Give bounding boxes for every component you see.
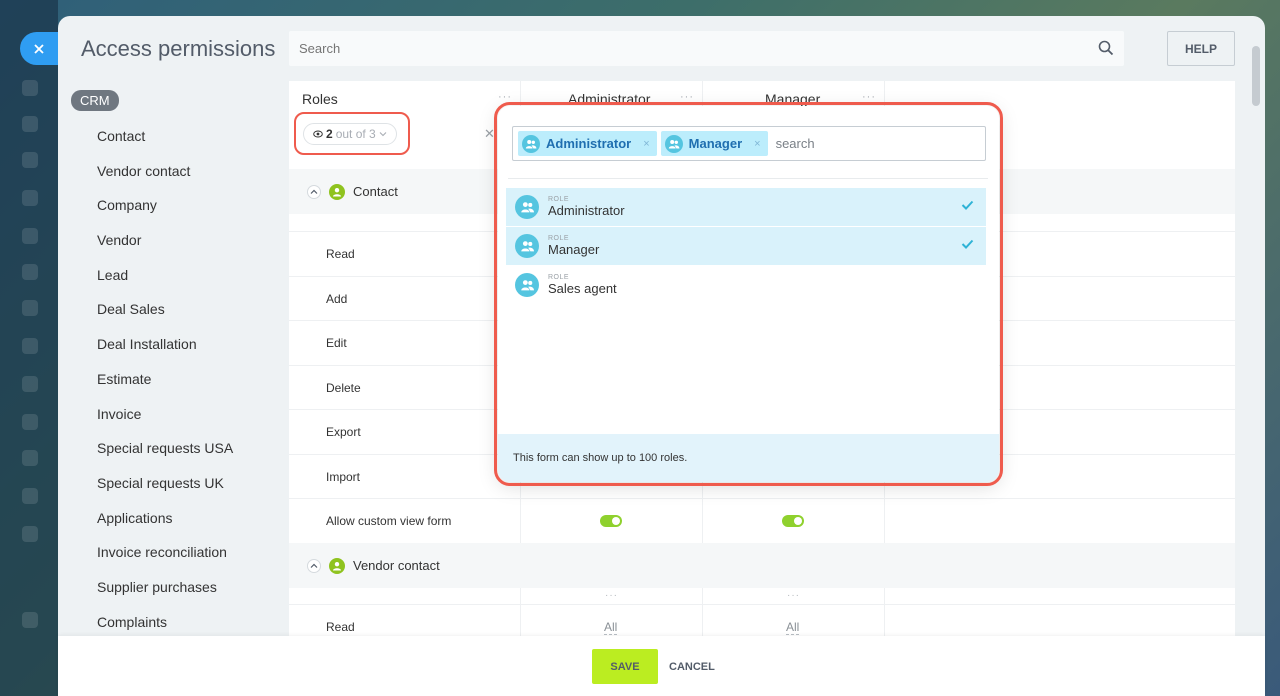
check-icon	[961, 239, 974, 249]
sidebar-item[interactable]: Contact	[97, 128, 233, 163]
role-tag-label: Administrator	[546, 136, 632, 151]
rail-icon	[22, 526, 38, 542]
role-option[interactable]: ROLE Manager	[506, 227, 986, 265]
roles-header: Roles	[302, 91, 338, 107]
section-label: Vendor contact	[353, 558, 440, 573]
section-label: Contact	[353, 184, 398, 199]
rail-icon	[22, 116, 38, 132]
search-input[interactable]	[299, 41, 1079, 56]
column-header-administrator: Administrator	[568, 91, 651, 107]
role-name: Sales agent	[548, 281, 617, 296]
check-icon	[961, 200, 974, 210]
permission-row: Allow custom view form	[289, 498, 1235, 543]
column-header-manager: Manager	[765, 91, 821, 107]
close-icon	[34, 43, 44, 54]
sidebar-item[interactable]: Vendor	[97, 232, 233, 267]
sidebar-item[interactable]: Deal Sales	[97, 301, 233, 336]
left-rail	[0, 0, 58, 696]
sidebar-item[interactable]: Estimate	[97, 371, 233, 406]
rail-icon	[22, 152, 38, 168]
save-button[interactable]: SAVE	[592, 649, 658, 684]
sidebar-item[interactable]: Invoice	[97, 406, 233, 441]
popup-footer-note: This form can show up to 100 roles.	[498, 434, 999, 482]
rail-icon	[22, 450, 38, 466]
crm-badge[interactable]: CRM	[71, 90, 119, 111]
permission-label: Allow custom view form	[326, 514, 452, 528]
remove-tag-icon[interactable]: ×	[643, 138, 649, 150]
user-icon	[329, 557, 345, 574]
column-menu-icon[interactable]: ···	[680, 91, 694, 103]
admin-read-value[interactable]: All	[604, 620, 618, 635]
group-icon	[522, 134, 540, 153]
footer-bar: SAVE CANCEL	[58, 636, 1265, 696]
role-option[interactable]: ROLE Administrator	[506, 188, 986, 226]
scrollbar[interactable]	[1252, 46, 1260, 106]
section-header-vendor-contact[interactable]: Vendor contact	[289, 543, 1235, 588]
divider	[508, 178, 988, 179]
manager-custom-form-toggle[interactable]	[782, 515, 804, 527]
rail-icon	[22, 488, 38, 504]
sidebar-item[interactable]: Invoice reconciliation	[97, 544, 233, 579]
sidebar-item[interactable]: Special requests UK	[97, 475, 233, 510]
user-icon	[329, 183, 345, 200]
search-icon[interactable]	[1098, 40, 1114, 56]
sidebar-item[interactable]: Deal Installation	[97, 336, 233, 371]
close-slider-button[interactable]	[20, 32, 58, 65]
role-tag[interactable]: Manager ×	[660, 131, 768, 156]
page-title: Access permissions	[81, 36, 276, 61]
group-icon	[515, 273, 539, 297]
cell-menu-icon[interactable]: ···	[787, 590, 800, 601]
permission-label: Read	[326, 247, 355, 261]
column-menu-icon[interactable]: ···	[862, 91, 876, 103]
role-search-input[interactable]	[775, 136, 896, 151]
role-name: Manager	[548, 242, 600, 257]
clear-filter-icon[interactable]: ✕	[484, 126, 495, 142]
roles-menu-icon[interactable]: ···	[498, 91, 512, 103]
permission-label: Delete	[326, 380, 361, 395]
remove-tag-icon[interactable]: ×	[754, 138, 760, 150]
rail-icon	[22, 264, 38, 280]
admin-custom-form-toggle[interactable]	[600, 515, 622, 527]
role-tag-label: Manager	[688, 136, 743, 151]
filter-highlight	[294, 112, 410, 155]
selected-roles-field[interactable]: Administrator × Manager ×	[512, 126, 986, 161]
permission-label: Edit	[326, 336, 347, 350]
role-selector-popup: Administrator × Manager × ROLE Administr…	[498, 106, 999, 482]
sidebar-item[interactable]: Lead	[97, 267, 233, 302]
help-button[interactable]: HELP	[1167, 31, 1235, 66]
sidebar-item[interactable]: Special requests USA	[97, 440, 233, 475]
role-name: Administrator	[548, 203, 625, 218]
permission-label: Export	[326, 425, 361, 439]
role-option[interactable]: ROLE Sales agent	[506, 266, 986, 304]
chevron-up-icon[interactable]	[307, 558, 321, 573]
role-kind: ROLE	[548, 274, 570, 281]
group-icon	[664, 134, 683, 153]
rail-icon	[22, 300, 38, 316]
rail-icon	[22, 80, 38, 96]
chevron-up-icon[interactable]	[307, 184, 321, 199]
manager-read-value[interactable]: All	[786, 620, 800, 635]
rail-icon	[22, 338, 38, 354]
rail-icon	[22, 228, 38, 244]
permission-label: Add	[326, 291, 348, 306]
rail-icon	[22, 414, 38, 430]
group-icon	[515, 234, 539, 258]
sidebar-item[interactable]: Supplier purchases	[97, 579, 233, 614]
sidebar-item[interactable]: Applications	[97, 510, 233, 545]
role-kind: ROLE	[548, 196, 570, 203]
sidebar-item[interactable]: Vendor contact	[97, 163, 233, 198]
permission-label: Read	[326, 620, 355, 634]
cell-menu-icon[interactable]: ···	[605, 590, 618, 601]
search-bar[interactable]	[289, 31, 1124, 66]
permission-label: Import	[326, 469, 361, 484]
sidebar-list: Contact Vendor contact Company Vendor Le…	[97, 128, 233, 648]
sidebar-item[interactable]: Company	[97, 197, 233, 232]
rail-icon	[22, 190, 38, 206]
role-kind: ROLE	[548, 235, 570, 242]
role-tag[interactable]: Administrator ×	[518, 131, 657, 156]
rail-icon	[22, 376, 38, 392]
rail-icon	[22, 612, 38, 628]
cancel-button[interactable]: CANCEL	[669, 649, 715, 684]
group-icon	[515, 195, 539, 219]
